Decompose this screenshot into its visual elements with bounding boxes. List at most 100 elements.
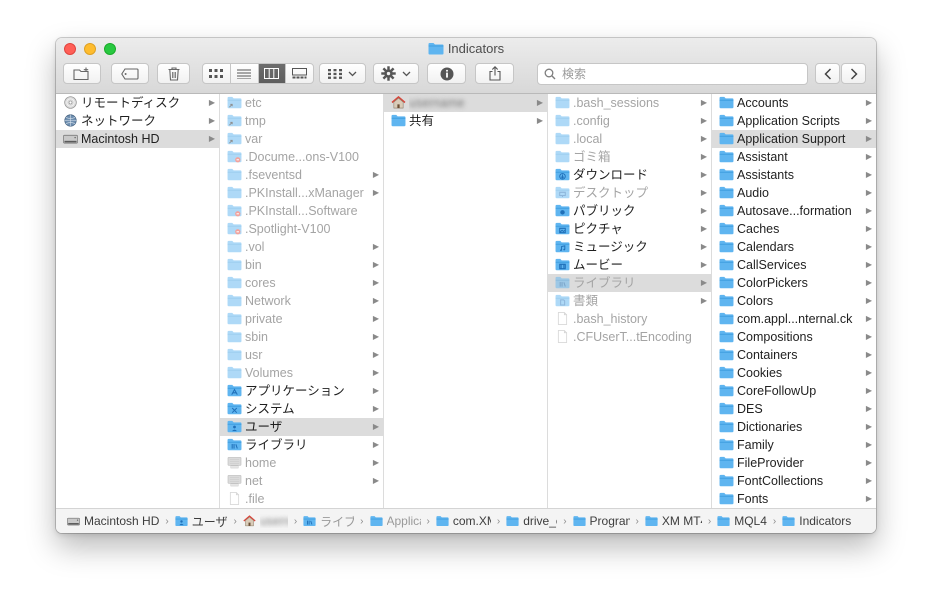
file-row[interactable]: ゴミ箱 ▶ <box>548 148 711 166</box>
file-row[interactable]: .fseventsd ▶ <box>220 166 383 184</box>
action-menu-button[interactable] <box>373 63 419 84</box>
column-users[interactable]: username ▶ 共有 ▶ <box>384 94 548 508</box>
file-row[interactable]: tmp <box>220 112 383 130</box>
file-row[interactable]: .bash_sessions ▶ <box>548 94 711 112</box>
move-to-trash-button[interactable] <box>157 63 190 84</box>
file-row[interactable]: .CFUserT...tEncoding <box>548 328 711 346</box>
file-row[interactable]: bin ▶ <box>220 256 383 274</box>
path-crumb[interactable]: drive_c <box>506 514 557 528</box>
path-crumb[interactable]: com.XM <box>436 514 491 528</box>
file-row[interactable]: Compositions ▶ <box>712 328 876 346</box>
search-input[interactable] <box>560 66 784 82</box>
file-row[interactable]: 書類 ▶ <box>548 292 711 310</box>
path-crumb[interactable]: Indicators <box>782 514 851 528</box>
file-row[interactable]: home ▶ <box>220 454 383 472</box>
file-row[interactable]: CoreFollowUp ▶ <box>712 382 876 400</box>
forward-button[interactable] <box>841 63 866 84</box>
share-button[interactable] <box>475 63 514 84</box>
file-row[interactable]: アプリケーション ▶ <box>220 382 383 400</box>
file-row[interactable]: Assistants ▶ <box>712 166 876 184</box>
file-row[interactable]: .local ▶ <box>548 130 711 148</box>
path-crumb[interactable]: username <box>243 514 288 528</box>
file-row[interactable]: .Docume...ons-V100 <box>220 148 383 166</box>
file-row[interactable]: Accounts ▶ <box>712 94 876 112</box>
file-row[interactable]: ライブラリ ▶ <box>548 274 711 292</box>
file-row[interactable]: .Spotlight-V100 <box>220 220 383 238</box>
column-sidebar[interactable]: リモートディスク ▶ ネットワーク ▶ Macintosh HD ▶ <box>56 94 220 508</box>
file-row[interactable]: Calendars ▶ <box>712 238 876 256</box>
file-row[interactable]: Colors ▶ <box>712 292 876 310</box>
file-row[interactable]: username ▶ <box>384 94 547 112</box>
file-row[interactable]: sbin ▶ <box>220 328 383 346</box>
file-row[interactable]: CallServices ▶ <box>712 256 876 274</box>
new-folder-button[interactable] <box>63 63 101 84</box>
file-row[interactable]: システム ▶ <box>220 400 383 418</box>
file-row[interactable]: net ▶ <box>220 472 383 490</box>
file-row[interactable]: Cookies ▶ <box>712 364 876 382</box>
file-row[interactable]: パブリック ▶ <box>548 202 711 220</box>
file-row[interactable]: Audio ▶ <box>712 184 876 202</box>
file-row[interactable]: ネットワーク ▶ <box>56 112 219 130</box>
file-row[interactable]: DES ▶ <box>712 400 876 418</box>
column-library[interactable]: Accounts ▶ Application Scripts ▶ Application… <box>712 94 876 508</box>
file-row[interactable]: ムービー ▶ <box>548 256 711 274</box>
title-bar[interactable]: Indicators <box>56 38 876 94</box>
icon-view-button[interactable] <box>203 64 231 83</box>
file-row[interactable]: リモートディスク ▶ <box>56 94 219 112</box>
file-row[interactable]: Network ▶ <box>220 292 383 310</box>
column-view-button[interactable] <box>258 64 287 83</box>
file-name: .local <box>573 132 603 146</box>
file-row[interactable]: ユーザ ▶ <box>220 418 383 436</box>
path-crumb[interactable]: Program Files <box>572 514 630 528</box>
file-row[interactable]: Autosave...formation ▶ <box>712 202 876 220</box>
file-row[interactable]: etc <box>220 94 383 112</box>
path-crumb[interactable]: ライブラリ <box>303 513 354 530</box>
column-home[interactable]: .bash_sessions ▶ .config ▶ .local ▶ ゴミ箱 ▶ ダウンロード… <box>548 94 712 508</box>
path-crumb[interactable]: Macintosh HD <box>67 514 159 528</box>
file-row[interactable]: 共有 ▶ <box>384 112 547 130</box>
file-row[interactable]: var <box>220 130 383 148</box>
file-row[interactable]: ライブラリ ▶ <box>220 436 383 454</box>
file-row[interactable]: ミュージック ▶ <box>548 238 711 256</box>
get-info-button[interactable] <box>427 63 466 84</box>
file-row[interactable]: Fonts ▶ <box>712 490 876 508</box>
file-row[interactable]: Assistant ▶ <box>712 148 876 166</box>
file-row[interactable]: Volumes ▶ <box>220 364 383 382</box>
file-row[interactable]: Application Scripts ▶ <box>712 112 876 130</box>
file-row[interactable]: Application Support ▶ <box>712 130 876 148</box>
folder-icon <box>555 114 570 128</box>
file-row[interactable]: usr ▶ <box>220 346 383 364</box>
path-crumb[interactable]: XM MT4 <box>645 514 702 528</box>
list-view-button[interactable] <box>231 64 259 83</box>
file-row[interactable]: .vol ▶ <box>220 238 383 256</box>
search-field[interactable] <box>537 63 808 85</box>
file-row[interactable]: .file <box>220 490 383 508</box>
file-row[interactable]: com.appl...nternal.ck ▶ <box>712 310 876 328</box>
column-root[interactable]: etc tmp var .Docume...ons-V100 .fseventsd ▶ .P… <box>220 94 384 508</box>
file-row[interactable]: .bash_history <box>548 310 711 328</box>
file-row[interactable]: デスクトップ ▶ <box>548 184 711 202</box>
file-row[interactable]: cores ▶ <box>220 274 383 292</box>
file-row[interactable]: ColorPickers ▶ <box>712 274 876 292</box>
file-row[interactable]: ピクチャ ▶ <box>548 220 711 238</box>
file-row[interactable]: Family ▶ <box>712 436 876 454</box>
tags-button[interactable] <box>111 63 149 84</box>
gallery-view-button[interactable] <box>286 64 313 83</box>
back-button[interactable] <box>815 63 840 84</box>
file-row[interactable]: ダウンロード ▶ <box>548 166 711 184</box>
file-row[interactable]: .PKInstall...xManager ▶ <box>220 184 383 202</box>
file-row[interactable]: Containers ▶ <box>712 346 876 364</box>
file-row[interactable]: .config ▶ <box>548 112 711 130</box>
path-crumb[interactable]: Application Support <box>369 514 421 528</box>
file-row[interactable]: FontCollections ▶ <box>712 472 876 490</box>
file-row[interactable]: .PKInstall...Software <box>220 202 383 220</box>
path-crumb[interactable]: ユーザ <box>175 513 227 530</box>
file-row[interactable]: FileProvider ▶ <box>712 454 876 472</box>
group-by-button[interactable] <box>319 63 366 84</box>
file-row[interactable]: Macintosh HD ▶ <box>56 130 219 148</box>
file-row[interactable]: Dictionaries ▶ <box>712 418 876 436</box>
file-name: ユーザ <box>245 420 283 434</box>
file-row[interactable]: private ▶ <box>220 310 383 328</box>
path-crumb[interactable]: MQL4 <box>717 514 767 528</box>
file-row[interactable]: Caches ▶ <box>712 220 876 238</box>
